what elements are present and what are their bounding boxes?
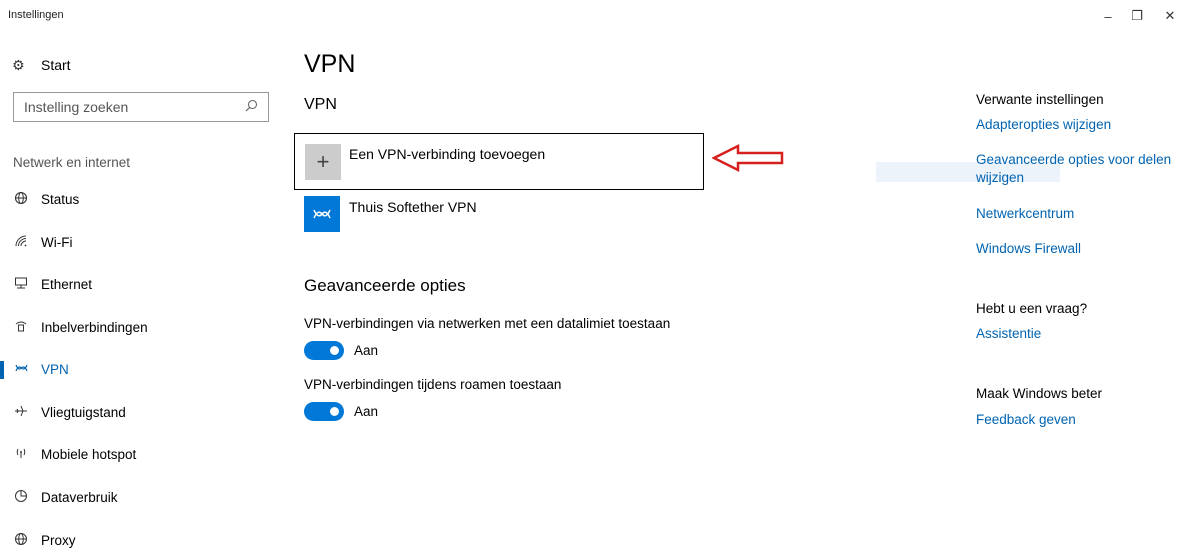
feedback-link[interactable]: Feedback geven <box>976 411 1186 429</box>
maximize-button[interactable]: ❐ <box>1122 4 1152 28</box>
nav-start-label: Start <box>41 57 71 73</box>
toggle-knob <box>330 346 339 355</box>
improve-windows-heading: Maak Windows beter <box>976 386 1103 401</box>
data-usage-icon <box>12 489 30 506</box>
page-title: VPN <box>304 50 356 78</box>
minimize-button[interactable]: – <box>1093 4 1123 28</box>
adapter-options-link[interactable]: Adapteropties wijzigen <box>976 116 1186 134</box>
sidebar-item-ethernet[interactable]: Ethernet <box>0 267 270 301</box>
globe-icon <box>12 191 30 208</box>
gear-icon: ⚙ <box>12 56 25 73</box>
sidebar-item-label: Status <box>41 191 80 207</box>
ethernet-icon <box>12 276 30 293</box>
assistance-link[interactable]: Assistentie <box>976 325 1186 343</box>
vpn-icon <box>12 362 30 377</box>
add-vpn-connection-button[interactable]: + Een VPN-verbinding toevoegen <box>294 133 704 190</box>
vpn-connection-item[interactable]: Thuis Softether VPN <box>304 196 664 234</box>
hotspot-icon <box>12 446 30 463</box>
related-settings-heading: Verwante instellingen <box>976 92 1104 107</box>
dialup-icon <box>12 319 30 336</box>
search-icon[interactable] <box>245 99 258 115</box>
sidebar-item-label: Ethernet <box>41 276 93 292</box>
wifi-icon <box>12 234 30 251</box>
metered-toggle-state: Aan <box>354 343 379 358</box>
sidebar-item-airplane[interactable]: Vliegtuigstand <box>0 395 270 429</box>
sidebar-item-label: Mobiele hotspot <box>41 446 137 462</box>
sidebar-item-vpn[interactable]: VPN <box>0 352 270 386</box>
question-heading: Hebt u een vraag? <box>976 301 1088 316</box>
sidebar-section-label: Netwerk en internet <box>13 155 131 170</box>
title-bar: Instellingen – ❐ ✕ <box>0 0 1197 32</box>
network-center-link[interactable]: Netwerkcentrum <box>976 205 1186 223</box>
metered-toggle-row[interactable]: Aan <box>304 341 378 360</box>
search-input[interactable] <box>24 99 245 115</box>
sidebar-item-label: Wi-Fi <box>41 234 73 250</box>
roaming-option-label: VPN-verbindingen tijdens roamen toestaan <box>304 377 562 392</box>
sidebar-item-status[interactable]: Status <box>0 182 270 216</box>
sidebar-item-label: Proxy <box>41 532 76 548</box>
annotation-arrow-icon <box>712 143 784 173</box>
vpn-connection-icon <box>304 196 340 232</box>
close-button[interactable]: ✕ <box>1155 4 1185 28</box>
windows-firewall-link[interactable]: Windows Firewall <box>976 240 1186 258</box>
airplane-icon <box>12 404 30 421</box>
toggle-knob <box>330 407 339 416</box>
roaming-toggle[interactable] <box>304 402 344 421</box>
sidebar-item-hotspot[interactable]: Mobiele hotspot <box>0 437 270 471</box>
nav-start[interactable]: ⚙ Start <box>12 55 71 75</box>
sidebar-item-label: Vliegtuigstand <box>41 404 126 420</box>
sidebar-item-label: VPN <box>41 361 69 377</box>
plus-icon: + <box>305 144 341 180</box>
vpn-connection-name: Thuis Softether VPN <box>349 199 477 215</box>
sidebar-item-label: Dataverbruik <box>41 489 118 505</box>
advanced-sharing-link[interactable]: Geavanceerde opties voor delen wijzigen <box>976 151 1176 187</box>
roaming-toggle-state: Aan <box>354 404 379 419</box>
sidebar-item-label: Inbelverbindingen <box>41 319 148 335</box>
sidebar-item-data-usage[interactable]: Dataverbruik <box>0 480 270 514</box>
roaming-toggle-row[interactable]: Aan <box>304 402 378 421</box>
sidebar-item-dialup[interactable]: Inbelverbindingen <box>0 310 270 344</box>
app-title: Instellingen <box>8 9 64 21</box>
advanced-options-heading: Geavanceerde opties <box>304 276 466 295</box>
sidebar-item-proxy[interactable]: Proxy <box>0 523 270 552</box>
metered-option-label: VPN-verbindingen via netwerken met een d… <box>304 316 671 331</box>
proxy-globe-icon <box>12 532 30 549</box>
vpn-section-heading: VPN <box>304 96 337 113</box>
search-box[interactable] <box>13 92 269 122</box>
metered-toggle[interactable] <box>304 341 344 360</box>
sidebar-item-wifi[interactable]: Wi-Fi <box>0 225 270 259</box>
add-vpn-connection-label: Een VPN-verbinding toevoegen <box>349 146 546 162</box>
